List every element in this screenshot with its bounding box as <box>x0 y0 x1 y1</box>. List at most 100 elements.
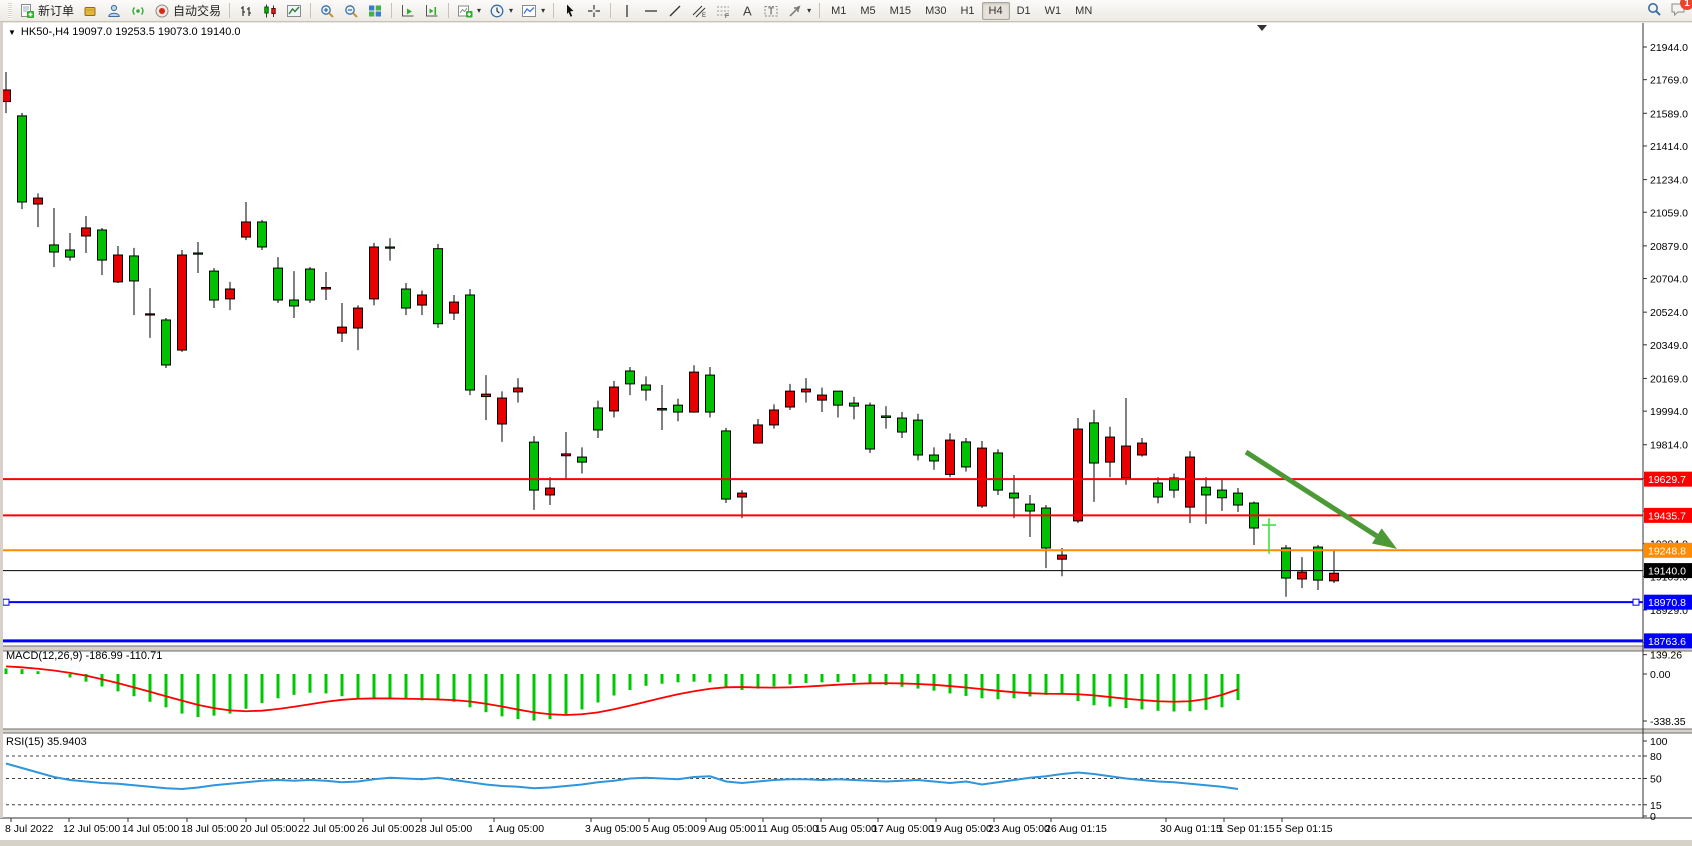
candle-chart-button[interactable] <box>258 0 282 22</box>
hline-button[interactable] <box>639 0 663 22</box>
new-order-button[interactable]: 新订单 <box>15 0 78 22</box>
svg-text:5 Sep 01:15: 5 Sep 01:15 <box>1276 823 1333 835</box>
svg-text:139.26: 139.26 <box>1650 650 1682 662</box>
line-chart-button[interactable] <box>282 0 306 22</box>
svg-text:26 Jul 05:00: 26 Jul 05:00 <box>357 823 414 835</box>
label-button[interactable]: T <box>759 0 783 22</box>
svg-text:12 Jul 05:00: 12 Jul 05:00 <box>63 823 120 835</box>
tile-windows-button[interactable] <box>363 0 387 22</box>
price-badge-19435.7: 19435.7 <box>1644 508 1692 523</box>
svg-text:19 Aug 05:00: 19 Aug 05:00 <box>930 823 992 835</box>
svg-text:0: 0 <box>1650 811 1656 823</box>
svg-text:21414.0: 21414.0 <box>1650 141 1688 153</box>
svg-text:18970.8: 18970.8 <box>1648 597 1686 609</box>
zoom-in-button[interactable] <box>315 0 339 22</box>
one-click-trading-toggle-icon[interactable]: ▼ <box>8 28 16 37</box>
shapes-button[interactable]: ▾ <box>783 0 815 22</box>
timeframe-w1-button[interactable]: W1 <box>1038 2 1069 20</box>
scroll-end-icon <box>400 3 416 19</box>
chevron-down-icon[interactable]: ▾ <box>807 6 811 15</box>
timeframe-m30-button[interactable]: M30 <box>918 2 953 20</box>
clock-icon <box>489 3 505 19</box>
text-button[interactable]: A <box>735 0 759 22</box>
svg-text:9 Aug 05:00: 9 Aug 05:00 <box>700 823 756 835</box>
price-badge-18970.8: 18970.8 <box>1644 595 1692 610</box>
rsi-indicator-label: RSI(15) 35.9403 <box>6 736 87 748</box>
signal-icon <box>130 3 146 19</box>
timeframe-m5-button[interactable]: M5 <box>853 2 882 20</box>
svg-text:21589.0: 21589.0 <box>1650 108 1688 120</box>
svg-text:19140.0: 19140.0 <box>1648 566 1686 578</box>
vline-icon <box>619 3 635 19</box>
toolbar-separator <box>819 3 820 18</box>
cube-icon <box>82 3 98 19</box>
zoom-out-button[interactable] <box>339 0 363 22</box>
notifications-button[interactable]: 1 <box>1670 1 1686 22</box>
notification-badge: 1 <box>1680 0 1692 10</box>
autotrade-button[interactable]: 自动交易 <box>150 0 225 22</box>
bar-chart-button[interactable] <box>234 0 258 22</box>
profiles-button[interactable] <box>102 0 126 22</box>
svg-text:19435.7: 19435.7 <box>1648 510 1686 522</box>
indicator-icon <box>521 3 537 19</box>
timeframe-d1-button[interactable]: D1 <box>1010 2 1038 20</box>
mt4-terminal: { "toolbar": { "groups": [ {"items":[ {"… <box>0 0 1692 846</box>
template-button[interactable]: ▾ <box>453 0 485 22</box>
price-badge-19248.8: 19248.8 <box>1644 543 1692 558</box>
crosshair-button[interactable] <box>582 0 606 22</box>
svg-text:20 Jul 05:00: 20 Jul 05:00 <box>240 823 297 835</box>
timeframe-h4-button[interactable]: H4 <box>982 2 1010 20</box>
svg-text:19814.0: 19814.0 <box>1650 440 1688 452</box>
toolbar-grip[interactable] <box>8 3 12 19</box>
chevron-down-icon[interactable]: ▾ <box>509 6 513 15</box>
timeframe-m1-button[interactable]: M1 <box>824 2 853 20</box>
svg-text:22 Jul 05:00: 22 Jul 05:00 <box>298 823 355 835</box>
svg-text:15 Aug 05:00: 15 Aug 05:00 <box>815 823 877 835</box>
search-icon <box>1646 1 1662 17</box>
timeframe-mn-button[interactable]: MN <box>1068 2 1099 20</box>
svg-text:21769.0: 21769.0 <box>1650 75 1688 87</box>
toolbar-separator <box>553 3 554 18</box>
svg-text:23 Aug 05:00: 23 Aug 05:00 <box>988 823 1050 835</box>
svg-text:19994.0: 19994.0 <box>1650 406 1688 418</box>
fibo-button[interactable]: F <box>711 0 735 22</box>
svg-text:A: A <box>743 3 752 18</box>
indicator-button[interactable]: ▾ <box>517 0 549 22</box>
timeframe-m15-button[interactable]: M15 <box>883 2 918 20</box>
bar-chart-icon <box>238 3 254 19</box>
svg-text:-338.35: -338.35 <box>1650 716 1686 728</box>
svg-text:3 Aug 05:00: 3 Aug 05:00 <box>585 823 641 835</box>
price-badge-18763.6: 18763.6 <box>1644 633 1692 648</box>
clock-button[interactable]: ▾ <box>485 0 517 22</box>
svg-text:11 Aug 05:00: 11 Aug 05:00 <box>757 823 818 835</box>
svg-text:20524.0: 20524.0 <box>1650 307 1688 319</box>
toolbar-separator <box>610 3 611 18</box>
timeframe-h1-button[interactable]: H1 <box>953 2 981 20</box>
cursor-button[interactable] <box>558 0 582 22</box>
cube-button[interactable] <box>78 0 102 22</box>
tile-windows-icon <box>367 3 383 19</box>
shapes-icon <box>787 3 803 19</box>
chart-title: ▼ HK50-,H4 19097.0 19253.5 19073.0 19140… <box>8 26 241 38</box>
trendline-icon <box>667 3 683 19</box>
svg-text:20169.0: 20169.0 <box>1650 373 1688 385</box>
signal-button[interactable] <box>126 0 150 22</box>
profiles-icon <box>106 3 122 19</box>
toolbar-separator <box>310 3 311 18</box>
button-label: 自动交易 <box>173 2 221 19</box>
label-icon: T <box>763 3 779 19</box>
channel-button[interactable]: E <box>687 0 711 22</box>
chart-shift-button[interactable] <box>420 0 444 22</box>
scroll-end-button[interactable] <box>396 0 420 22</box>
svg-text:100: 100 <box>1650 736 1668 748</box>
svg-text:30 Aug 01:15: 30 Aug 01:15 <box>1160 823 1222 835</box>
trendline-button[interactable] <box>663 0 687 22</box>
chart-title-text: HK50-,H4 19097.0 19253.5 19073.0 19140.0 <box>21 26 241 38</box>
chevron-down-icon[interactable]: ▾ <box>541 6 545 15</box>
chevron-down-icon[interactable]: ▾ <box>477 6 481 15</box>
chart-area[interactable]: 21944.021769.021589.021414.021234.021059… <box>0 22 1692 846</box>
cursor-icon <box>562 3 578 19</box>
search-button[interactable] <box>1646 1 1662 22</box>
vline-button[interactable] <box>615 0 639 22</box>
chart-shift-icon <box>424 3 440 19</box>
